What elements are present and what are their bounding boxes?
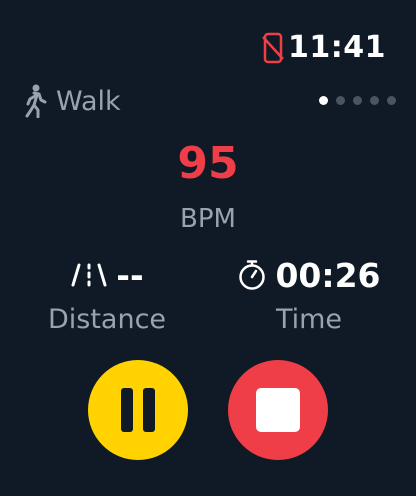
- time-label: Time: [275, 304, 343, 335]
- distance-metric: -- Distance: [32, 254, 182, 336]
- pause-bar-right: [143, 388, 155, 432]
- status-bar: 11:41: [262, 30, 386, 65]
- distance-value: --: [116, 255, 144, 295]
- stop-button[interactable]: [228, 360, 328, 460]
- time-metric: 00:26 Time: [226, 254, 392, 335]
- activity-label: Walk: [56, 85, 121, 117]
- stopwatch-icon: [239, 260, 266, 290]
- activity-type: Walk: [22, 84, 121, 118]
- heart-rate-value: 95: [177, 138, 239, 189]
- phone-disconnected-icon: [262, 32, 284, 63]
- time-value: 00:26: [275, 255, 381, 295]
- stop-icon: [256, 388, 300, 432]
- pause-button[interactable]: [88, 360, 188, 460]
- page-dot-3: [353, 96, 362, 105]
- page-dot-4: [370, 96, 379, 105]
- walk-icon: [25, 84, 47, 118]
- page-dot-1: [319, 96, 328, 105]
- page-indicator[interactable]: [319, 96, 396, 105]
- page-dot-2: [336, 96, 345, 105]
- page-dot-5: [387, 96, 396, 105]
- road-icon: [71, 263, 107, 287]
- distance-label: Distance: [47, 304, 167, 335]
- heart-rate-unit: BPM: [180, 204, 236, 234]
- clock: 11:41: [288, 30, 386, 65]
- pause-icon: [121, 388, 155, 432]
- pause-bar-left: [121, 388, 133, 432]
